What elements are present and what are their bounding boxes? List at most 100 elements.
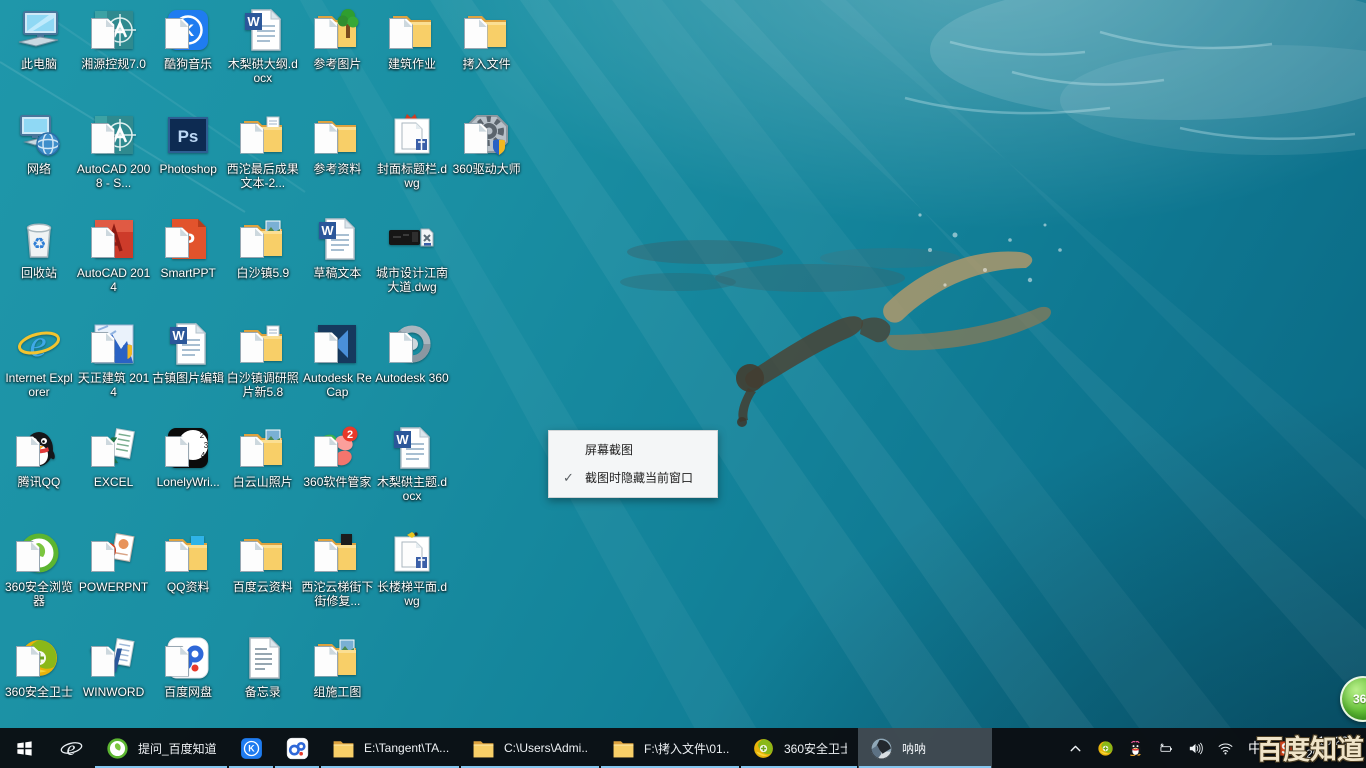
shortcut-page-overlay xyxy=(314,436,338,467)
desktop-icon-folderqq[interactable]: QQ资料 xyxy=(151,529,225,594)
desktop-icon-foldertree[interactable]: 参考图片 xyxy=(300,6,374,71)
desktop-icon-dwgdark[interactable]: 城市设计江南大道.dwg xyxy=(375,215,449,294)
tray-qq[interactable] xyxy=(1122,728,1148,768)
excel-icon: X xyxy=(90,424,138,472)
desktop-icon-worddoc[interactable]: W木梨硔主题.docx xyxy=(375,424,449,503)
desktop-icon-netdisk[interactable]: 百度网盘 xyxy=(151,634,225,699)
360-floating-ball[interactable]: 360 xyxy=(1340,676,1366,722)
desktop-icon-cadteal[interactable]: AutoCAD 2008 - S... xyxy=(77,111,151,190)
desktop-icon-folderphoto[interactable]: 组施工图 xyxy=(300,634,374,699)
cadred-icon xyxy=(90,215,138,263)
popup-menu-item[interactable]: ✓截图时隐藏当前窗口 xyxy=(549,464,717,492)
desktop-icon-smartppt[interactable]: PSmartPPT xyxy=(151,215,225,280)
taskbar-button-label: 提问_百度知道 ... xyxy=(138,740,217,757)
desktop-icon-folder[interactable]: 建筑作业 xyxy=(375,6,449,71)
taskbar-button-folder[interactable]: C:\Users\Admi... xyxy=(460,728,600,768)
desktop-icon-recycle[interactable]: ♻回收站 xyxy=(2,215,76,280)
desktop-icon-worddoc[interactable]: W古镇图片编辑 xyxy=(151,320,225,385)
shortcut-page-overlay xyxy=(314,123,338,154)
shortcut-page-overlay xyxy=(91,227,115,258)
folder-icon xyxy=(611,736,636,761)
tray-expand[interactable] xyxy=(1062,728,1088,768)
desktop-icon-sw360[interactable]: 2360软件管家 xyxy=(300,424,374,489)
desktop-icon-folder[interactable]: 参考资料 xyxy=(300,111,374,176)
desktop-icon-textdoc[interactable]: 备忘录 xyxy=(226,634,300,699)
tray-360[interactable] xyxy=(1092,728,1118,768)
desktop-icon-drv360[interactable]: 360驱动大师 xyxy=(450,111,524,176)
svg-text:♻: ♻ xyxy=(32,236,46,253)
taskbar-button-kugou[interactable]: K xyxy=(228,728,274,768)
ietask-icon: e xyxy=(59,736,84,761)
tray-sogou[interactable] xyxy=(1272,728,1298,768)
tray-battery[interactable] xyxy=(1152,728,1178,768)
desktop-icon-network[interactable]: 网络 xyxy=(2,111,76,176)
desktop-icon-label: AutoCAD 2008 - S... xyxy=(77,162,151,190)
shortcut-page-overlay xyxy=(314,646,338,677)
desktop-icon-lonely[interactable]: 2347LonelyWri... xyxy=(151,424,225,489)
desktop-icon-cadteal[interactable]: 湘源控规7.0 xyxy=(77,6,151,71)
tianzheng-icon xyxy=(90,320,138,368)
taskbar-button-browser360[interactable]: 提问_百度知道 ... xyxy=(94,728,228,768)
desktop-icon-folderdoc[interactable]: 西沱最后成果文本-2... xyxy=(226,111,300,190)
desktop-icon-tianzheng[interactable]: 天正建筑 2014 xyxy=(77,320,151,399)
desktop-icon-ie[interactable]: eInternet Explorer xyxy=(2,320,76,399)
desktop-icon-label: 百度网盘 xyxy=(151,685,225,699)
desktop-icon-a360[interactable]: Autodesk 360 xyxy=(375,320,449,385)
shortcut-page-overlay xyxy=(16,646,40,677)
desktop-icon-computer[interactable]: 此电脑 xyxy=(2,6,76,71)
desktop-icon-label: 湘源控规7.0 xyxy=(77,57,151,71)
popup-menu-item[interactable]: 屏幕截图 xyxy=(549,436,717,464)
desktop-icon-browser360[interactable]: 360安全浏览器 xyxy=(2,529,76,608)
folderphoto-icon xyxy=(239,424,287,472)
desktop-icon-worddoc[interactable]: W草稿文本 xyxy=(300,215,374,280)
desktop-icon-qq[interactable]: 腾讯QQ xyxy=(2,424,76,489)
svg-text:K: K xyxy=(248,743,255,753)
desktop-icon-label: 西沱最后成果文本-2... xyxy=(226,162,300,190)
desktop-icon-folderphoto[interactable]: 白沙镇5.9 xyxy=(226,215,300,280)
sw360-icon: 2 xyxy=(313,424,361,472)
desktop-icon-dwgdoc[interactable]: 封面标题栏.dwg xyxy=(375,111,449,190)
desktop-icon-recap[interactable]: Autodesk ReCap xyxy=(300,320,374,399)
taskbar-clock[interactable]: 16:20 201 xyxy=(1300,728,1366,768)
desktop-icon-cadred[interactable]: AutoCAD 2014 xyxy=(77,215,151,294)
taskbar-button-ietask[interactable]: e xyxy=(48,728,94,768)
desktop-icon-folderdoc[interactable]: 白沙镇调研照片新5.8 xyxy=(226,320,300,399)
desktop-icon-guard360[interactable]: 360安全卫士 xyxy=(2,634,76,699)
desktop-icon-label: 白沙镇调研照片新5.8 xyxy=(226,371,300,399)
folderphoto-icon xyxy=(239,215,287,263)
desktop-icon-wordapp[interactable]: WWINWORD xyxy=(77,634,151,699)
taskbar-button-folder[interactable]: F:\拷入文件\01... xyxy=(600,728,740,768)
desktop-icon-label: QQ资料 xyxy=(151,580,225,594)
a360-icon xyxy=(388,320,436,368)
desktop-icon-dwgdoc2[interactable]: 长楼梯平面.dwg xyxy=(375,529,449,608)
desktop-icon-label: Autodesk 360 xyxy=(375,371,449,385)
desktop-icon-powerpoint[interactable]: PPOWERPNT xyxy=(77,529,151,594)
shortcut-page-overlay xyxy=(165,541,189,572)
shortcut-page-overlay xyxy=(464,123,488,154)
desktop-icon-excel[interactable]: XEXCEL xyxy=(77,424,151,489)
start-button[interactable] xyxy=(0,728,48,768)
worddoc-icon: W xyxy=(239,6,287,54)
taskbar-button-label: F:\拷入文件\01... xyxy=(644,740,729,757)
taskbar-button-netdisk[interactable] xyxy=(274,728,320,768)
shortcut-page-overlay xyxy=(91,646,115,677)
desktop-icon-folderdark[interactable]: 西沱云梯街下街修复... xyxy=(300,529,374,608)
tray-volume[interactable] xyxy=(1182,728,1208,768)
taskbar-button-avatar[interactable]: 呐呐 xyxy=(858,728,992,768)
desktop-icon-folderphoto[interactable]: 白云山照片 xyxy=(226,424,300,489)
netdisk-icon xyxy=(164,634,212,682)
svg-text:W: W xyxy=(322,223,335,238)
shortcut-page-overlay xyxy=(389,332,413,363)
desktop-icon-kugou[interactable]: K酷狗音乐 xyxy=(151,6,225,71)
taskbar-button-guard360[interactable]: 360安全卫士 xyxy=(740,728,858,768)
taskbar-button-folder[interactable]: E:\Tangent\TA... xyxy=(320,728,460,768)
desktop-icon-folder[interactable]: 百度云资料 xyxy=(226,529,300,594)
ime-indicator[interactable]: 中 xyxy=(1242,738,1268,758)
desktop-icon-label: SmartPPT xyxy=(151,266,225,280)
desktop-icon-worddoc[interactable]: W木梨硔大纲.docx xyxy=(226,6,300,85)
desktop-icon-label: 建筑作业 xyxy=(375,57,449,71)
desktop-icon-folder[interactable]: 拷入文件 xyxy=(450,6,524,71)
desktop-icon-label: 360驱动大师 xyxy=(450,162,524,176)
desktop-icon-photoshop[interactable]: PsPhotoshop xyxy=(151,111,225,176)
tray-wifi[interactable] xyxy=(1212,728,1238,768)
